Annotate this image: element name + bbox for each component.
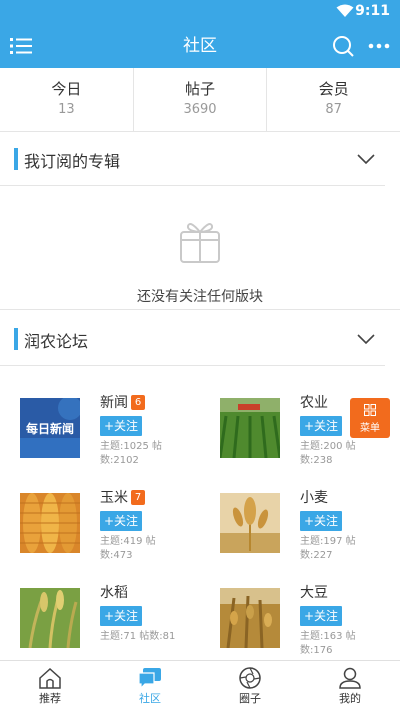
tab-community[interactable]: 社区 xyxy=(100,661,200,710)
board-name: 大豆 xyxy=(300,585,328,601)
stat-label: 会员 xyxy=(318,80,349,98)
board-name: 农业 xyxy=(300,395,328,411)
tab-label: 圈子 xyxy=(239,692,261,705)
floating-menu-label: 菜单 xyxy=(360,423,380,434)
board-stats: 主题:71 帖数:81 xyxy=(100,631,176,642)
board-item-corn[interactable]: 玉米 7 +关注 主题:419 帖数:473 xyxy=(0,479,200,574)
app-bar: 社区 xyxy=(0,24,400,68)
board-thumbnail xyxy=(20,588,80,648)
follow-button[interactable]: +关注 xyxy=(100,416,142,436)
gift-box-icon xyxy=(180,223,220,263)
stat-value: 3690 xyxy=(183,102,217,117)
stat-value: 13 xyxy=(58,102,75,117)
board-stats: 主题:163 帖数:176 xyxy=(300,631,356,656)
board-name: 新闻 6 xyxy=(100,392,145,412)
chat-icon xyxy=(138,668,161,689)
home-icon xyxy=(39,667,61,689)
news-thumbnail-graphic: 每日新闻 xyxy=(20,398,80,458)
board-stats: 主题:197 帖数:227 xyxy=(300,536,356,561)
agriculture-field-image xyxy=(220,398,280,458)
subscribed-section-header[interactable]: 我订阅的专辑 xyxy=(0,132,385,186)
soybean-image xyxy=(220,588,280,648)
follow-button[interactable]: +关注 xyxy=(100,606,142,626)
follow-button[interactable]: +关注 xyxy=(300,511,342,531)
stat-posts: 帖子 3690 xyxy=(134,68,268,131)
follow-button[interactable]: +关注 xyxy=(100,511,142,531)
tab-recommend[interactable]: 推荐 xyxy=(0,661,100,710)
forum-section-header[interactable]: 润农论坛 xyxy=(0,312,385,366)
follow-button[interactable]: +关注 xyxy=(300,416,342,436)
board-stats: 主题:419 帖数:473 xyxy=(100,536,156,561)
board-thumbnail: 每日新闻 xyxy=(20,398,80,458)
chevron-down-icon[interactable] xyxy=(357,153,375,165)
tab-label: 社区 xyxy=(139,692,161,705)
tab-circle[interactable]: 圈子 xyxy=(200,661,300,710)
wheat-image xyxy=(220,493,280,553)
board-thumbnail xyxy=(220,588,280,648)
follow-button[interactable]: +关注 xyxy=(300,606,342,626)
board-thumbnail xyxy=(220,398,280,458)
new-count-badge: 6 xyxy=(131,395,145,410)
section-accent-bar xyxy=(14,328,18,350)
stats-row: 今日 13 帖子 3690 会员 87 xyxy=(0,68,400,132)
bottom-tab-bar: 推荐 社区 圈子 我的 xyxy=(0,660,400,710)
stat-today: 今日 13 xyxy=(0,68,134,131)
search-icon[interactable] xyxy=(332,35,354,57)
tab-label: 推荐 xyxy=(39,692,61,705)
board-stats: 主题:1025 帖数:2102 xyxy=(100,441,162,466)
board-thumbnail xyxy=(20,493,80,553)
board-name: 小麦 xyxy=(300,490,328,506)
wifi-icon xyxy=(336,4,354,17)
status-bar: 9:11 xyxy=(0,0,400,24)
status-time: 9:11 xyxy=(355,3,390,19)
floating-menu-button[interactable]: 菜单 xyxy=(350,398,390,438)
thumbnail-text: 每日新闻 xyxy=(26,421,74,436)
rice-image xyxy=(20,588,80,648)
section-accent-bar xyxy=(14,148,18,170)
board-item-soybean[interactable]: 大豆 +关注 主题:163 帖数:176 xyxy=(200,574,400,669)
board-name: 水稻 xyxy=(100,585,128,601)
section-title: 润农论坛 xyxy=(24,332,89,351)
corn-image xyxy=(20,493,80,553)
stat-label: 帖子 xyxy=(185,80,216,98)
grid-menu-icon xyxy=(364,404,376,416)
chevron-down-icon[interactable] xyxy=(357,333,375,345)
board-item-wheat[interactable]: 小麦 +关注 主题:197 帖数:227 xyxy=(200,479,400,574)
empty-state-text: 还没有关注任何版块 xyxy=(137,289,263,305)
more-dots-icon[interactable] xyxy=(368,37,390,55)
tab-label: 我的 xyxy=(339,692,361,705)
board-stats: 主题:200 帖数:238 xyxy=(300,441,356,466)
new-count-badge: 7 xyxy=(131,490,145,505)
stat-members: 会员 87 xyxy=(267,68,400,131)
section-title: 我订阅的专辑 xyxy=(24,152,121,171)
stat-value: 87 xyxy=(325,102,342,117)
board-name: 玉米 7 xyxy=(100,487,145,507)
person-icon xyxy=(339,667,361,689)
camera-lens-icon xyxy=(239,667,261,689)
board-item-rice[interactable]: 水稻 +关注 主题:71 帖数:81 xyxy=(0,574,200,669)
board-thumbnail xyxy=(220,493,280,553)
board-item-news[interactable]: 每日新闻 新闻 6 +关注 主题:1025 帖数:2102 xyxy=(0,384,200,479)
stat-label: 今日 xyxy=(51,80,82,98)
tab-profile[interactable]: 我的 xyxy=(300,661,400,710)
subscribed-empty-state: 还没有关注任何版块 xyxy=(0,188,400,310)
